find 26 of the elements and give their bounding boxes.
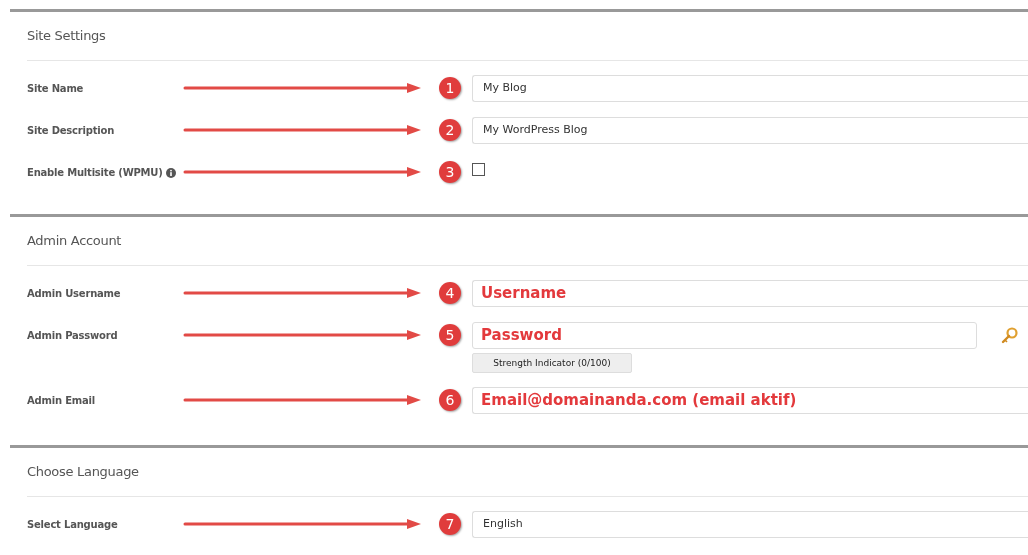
checkbox[interactable] — [472, 163, 485, 176]
field-label: Site Name — [27, 82, 84, 96]
field-label: Enable Multisite (WPMU) — [27, 166, 163, 180]
input-field[interactable]: My Blog — [472, 75, 1028, 102]
number-marker: 5 — [439, 324, 461, 346]
field-label: Site Description — [27, 124, 115, 138]
key-icon — [1001, 327, 1018, 344]
number-marker: 4 — [439, 282, 461, 304]
input-field[interactable]: Email@domainanda.com (email aktif) — [472, 387, 1028, 414]
section-title: Choose Language — [26, 463, 140, 482]
field-label: Admin Username — [27, 287, 121, 301]
language-select[interactable]: English — [472, 511, 1028, 538]
section-title: Admin Account — [26, 232, 123, 251]
number-marker: 1 — [439, 77, 461, 99]
number-marker: 7 — [439, 513, 461, 535]
number-marker: 3 — [439, 161, 461, 183]
section-title: Site Settings — [26, 27, 107, 46]
input-field[interactable]: My WordPress Blog — [472, 117, 1028, 144]
number-marker: 2 — [439, 119, 461, 141]
number-marker: 6 — [439, 389, 461, 411]
input-field[interactable]: Username — [472, 280, 1028, 307]
strength-indicator: Strength Indicator (0/100) — [472, 353, 632, 373]
field-label: Admin Email — [27, 394, 95, 408]
field-label: Admin Password — [27, 329, 118, 343]
field-label: Select Language — [27, 518, 118, 532]
input-field[interactable]: Password — [472, 322, 977, 349]
